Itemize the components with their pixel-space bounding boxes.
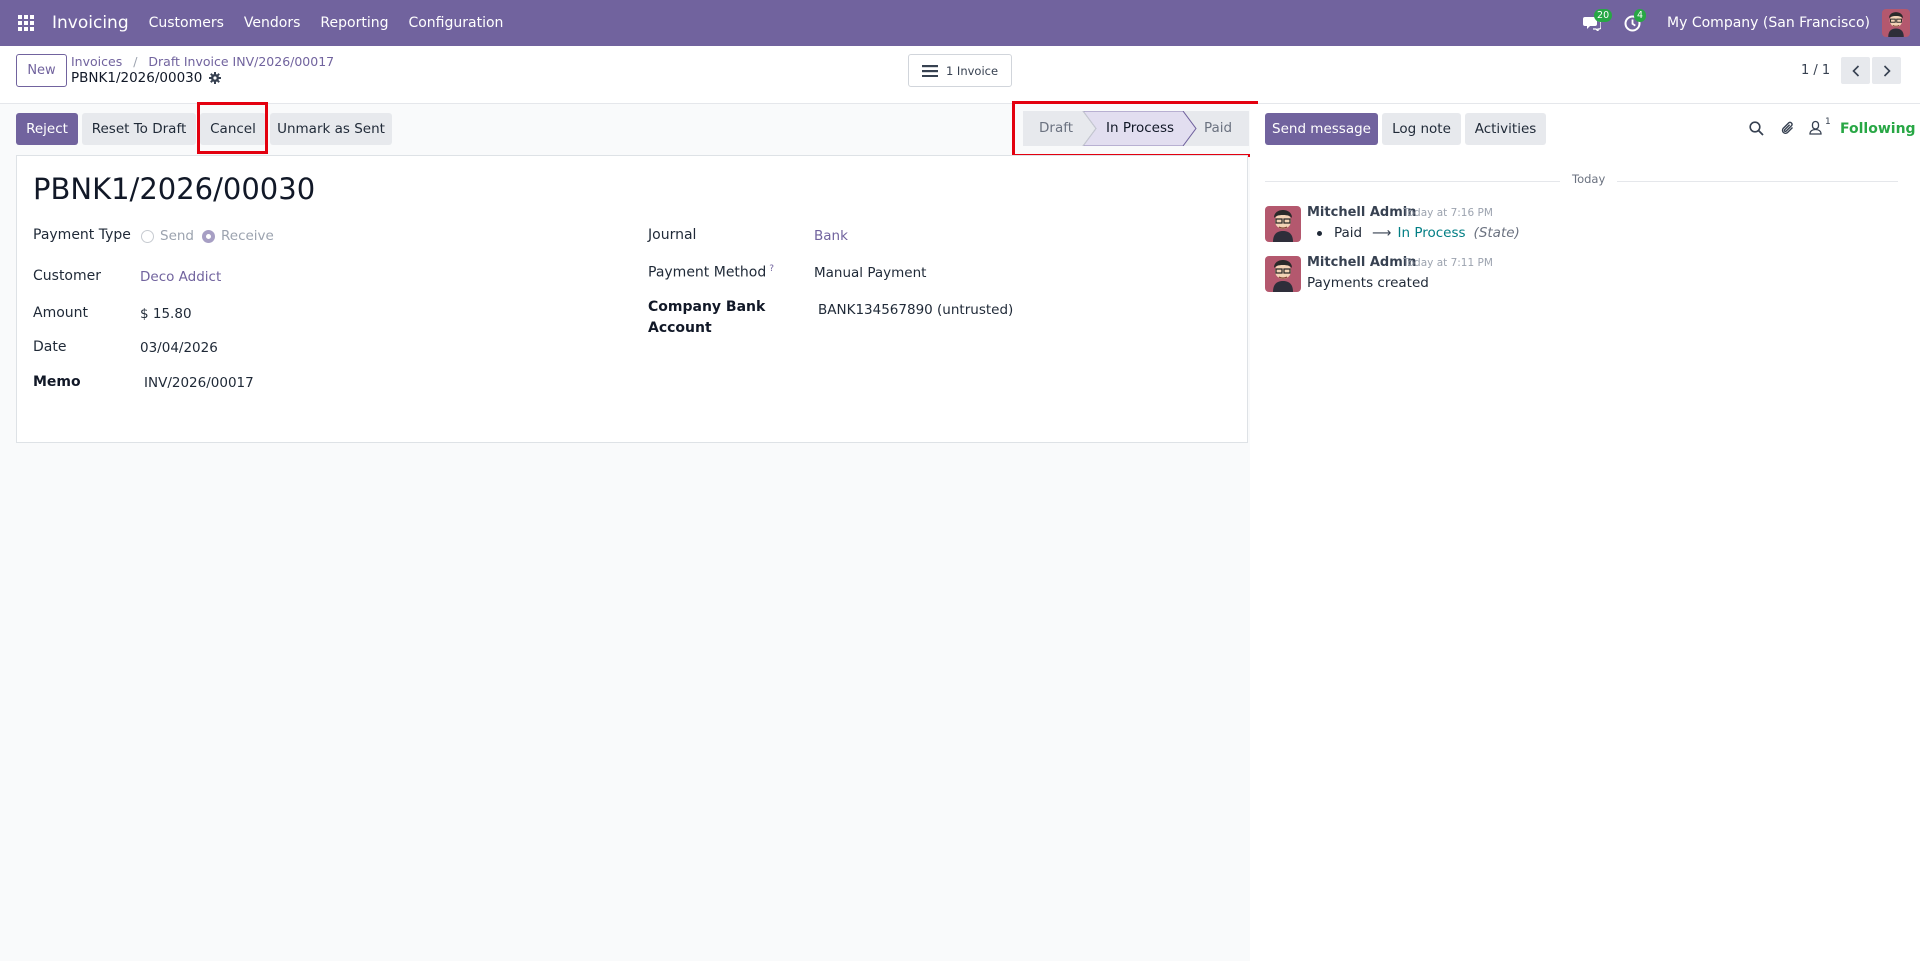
payment-type-send-label: Send [160,228,195,244]
breadcrumb-current: PBNK1/2026/00030 [71,70,222,86]
payment-method-label-text: Payment Method [648,264,767,281]
menu-configuration[interactable]: Configuration [408,15,503,31]
send-message-button[interactable]: Send message [1265,113,1378,145]
user-icon [1809,120,1822,135]
form-sheet: PBNK1/2026/00030 Payment Type Send Recei… [16,155,1248,443]
top-navbar: Invoicing Customers Vendors Reporting Co… [0,0,1920,46]
highlight-status-bar [1012,101,1258,157]
arrow-right-icon: ⟶ [1372,225,1392,241]
customer-field[interactable]: Deco Addict [140,269,221,285]
date-label: Date [33,339,67,355]
menu-vendors[interactable]: Vendors [244,15,300,31]
followers-button[interactable] [1809,120,1822,135]
date-field[interactable]: 03/04/2026 [140,340,218,356]
activities-button[interactable]: Activities [1465,113,1546,145]
amount-label: Amount [33,305,89,321]
message-time: Today at 7:11 PM [1403,257,1493,269]
payment-type-receive-radio[interactable]: Receive [202,228,274,244]
messages-badge: 20 [1594,9,1613,22]
followers-count: 1 [1825,117,1831,127]
payment-type-label: Payment Type [33,227,131,243]
invoice-smart-button[interactable]: 1 Invoice [908,54,1012,87]
message-time: Today at 7:16 PM [1403,207,1493,219]
help-tooltip-icon[interactable]: ? [769,264,774,274]
date-separator: Today [1560,172,1618,186]
activity-menu[interactable]: 4 [1615,0,1649,46]
payment-type-send-radio[interactable]: Send [141,228,194,244]
pager-previous[interactable] [1841,57,1870,84]
highlight-cancel [197,102,268,154]
smart-button-label: 1 Invoice [945,63,999,78]
tracking-value: Paid ⟶ In Process (State) [1317,225,1520,241]
breadcrumb-invoices[interactable]: Invoices [71,54,122,69]
memo-field[interactable]: INV/2026/00017 [144,375,254,391]
company-bank-account-label-line2: Account [648,320,712,336]
gear-icon[interactable] [209,72,222,84]
app-name[interactable]: Invoicing [52,13,129,33]
customer-label: Customer [33,268,102,284]
list-icon [921,64,938,77]
activities-badge: 4 [1634,9,1647,22]
unmark-as-sent-button[interactable]: Unmark as Sent [270,113,392,145]
record-title: PBNK1/2026/00030 [33,172,316,206]
avatar[interactable] [1265,206,1301,242]
chevron-right-icon [1883,64,1891,77]
pager-value[interactable]: 1 / 1 [1801,63,1830,78]
avatar[interactable] [1265,256,1301,292]
control-panel: New Invoices / Draft Invoice INV/2026/00… [0,46,1920,104]
reset-to-draft-button[interactable]: Reset To Draft [82,113,196,145]
company-bank-account-label-line1: Company Bank [648,299,766,315]
current-record-name: PBNK1/2026/00030 [71,70,203,86]
pager-next[interactable] [1872,57,1901,84]
user-avatar[interactable] [1882,9,1910,37]
payment-method-field[interactable]: Manual Payment [814,265,926,281]
amount-field[interactable]: $ 15.80 [140,306,192,322]
radio-circle-checked [202,229,215,243]
tracking-new-value: In Process [1397,225,1466,241]
breadcrumb-draft-invoice[interactable]: Draft Invoice INV/2026/00017 [148,54,334,69]
following-toggle[interactable]: Following [1840,121,1916,137]
menu-customers[interactable]: Customers [149,15,224,31]
new-button[interactable]: New [16,54,67,87]
message-body: Payments created [1307,275,1429,291]
menu-reporting[interactable]: Reporting [320,15,388,31]
message-author[interactable]: Mitchell Admin [1307,255,1416,270]
paperclip-icon[interactable] [1781,120,1795,136]
tracking-field-name: (State) [1473,225,1520,241]
tracking-old-value: Paid [1334,225,1363,241]
company-bank-account-field[interactable]: BANK134567890 (untrusted) [818,302,1013,318]
apps-grid-icon[interactable] [0,0,52,46]
radio-circle [141,229,154,243]
log-note-button[interactable]: Log note [1382,113,1461,145]
breadcrumb-separator: / [133,54,138,69]
reject-button[interactable]: Reject [16,113,78,145]
search-icon[interactable] [1749,121,1764,136]
journal-field[interactable]: Bank [814,228,848,244]
payment-type-receive-label: Receive [221,228,274,244]
bullet [1317,230,1322,236]
chevron-left-icon [1851,64,1859,77]
message-author[interactable]: Mitchell Admin [1307,205,1416,220]
breadcrumb: Invoices / Draft Invoice INV/2026/00017 [71,54,334,69]
payment-method-label: Payment Method? [648,264,774,281]
company-switcher[interactable]: My Company (San Francisco) [1667,15,1870,31]
journal-label: Journal [648,227,697,243]
messaging-menu[interactable]: 20 [1575,0,1613,46]
memo-label: Memo [33,374,81,390]
